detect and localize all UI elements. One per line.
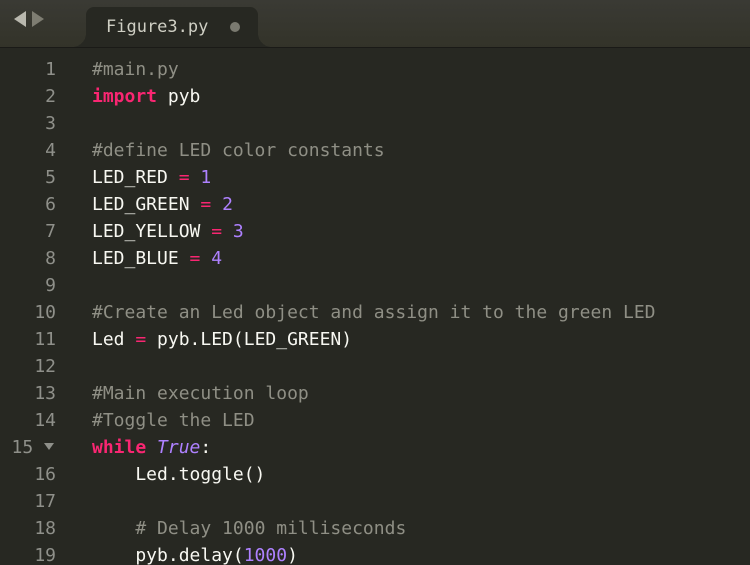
code-token: LED_YELLOW: [92, 221, 211, 242]
code-line[interactable]: [92, 488, 750, 515]
code-token: 1: [200, 167, 211, 188]
code-token: #define LED color constants: [92, 140, 385, 161]
code-token: #Create an Led object and assign it to t…: [92, 302, 656, 323]
code-line[interactable]: [92, 272, 750, 299]
code-token: 4: [211, 248, 222, 269]
code-line[interactable]: pyb.delay(1000): [92, 542, 750, 565]
code-token: #Toggle the LED: [92, 410, 255, 431]
code-line[interactable]: LED_BLUE = 4: [92, 245, 750, 272]
nav-arrows: [0, 11, 56, 37]
code-area[interactable]: #main.py import pyb #define LED color con…: [68, 48, 750, 565]
code-token: [190, 167, 201, 188]
code-token: pyb.LED(LED_GREEN): [146, 329, 352, 350]
code-token: =: [211, 221, 222, 242]
code-line[interactable]: LED_GREEN = 2: [92, 191, 750, 218]
code-line[interactable]: import pyb: [92, 83, 750, 110]
titlebar: Figure3.py: [0, 0, 750, 48]
code-line[interactable]: # Delay 1000 milliseconds: [92, 515, 750, 542]
line-number: 8: [0, 245, 56, 272]
line-number: 15: [0, 434, 56, 461]
code-line[interactable]: LED_YELLOW = 3: [92, 218, 750, 245]
code-token: import: [92, 86, 157, 107]
code-token: [222, 221, 233, 242]
code-token: #Main execution loop: [92, 383, 309, 404]
code-token: pyb: [157, 86, 200, 107]
code-line[interactable]: Led.toggle(): [92, 461, 750, 488]
code-token: LED_RED: [92, 167, 179, 188]
line-number: 19: [0, 542, 56, 565]
line-number: 16: [0, 461, 56, 488]
code-token: 1000: [244, 545, 287, 565]
fold-arrow-icon[interactable]: [44, 443, 54, 450]
nav-forward-icon[interactable]: [32, 11, 44, 27]
editor: 123456789101112131415 16171819 #main.pyi…: [0, 48, 750, 565]
line-number: 3: [0, 110, 56, 137]
code-token: =: [135, 329, 146, 350]
line-number: 17: [0, 488, 56, 515]
line-number: 11: [0, 326, 56, 353]
code-line[interactable]: [92, 110, 750, 137]
line-number: 9: [0, 272, 56, 299]
code-token: # Delay 1000 milliseconds: [135, 518, 406, 539]
code-token: 3: [233, 221, 244, 242]
code-token: =: [190, 248, 201, 269]
code-line[interactable]: #Main execution loop: [92, 380, 750, 407]
line-number: 4: [0, 137, 56, 164]
line-number: 18: [0, 515, 56, 542]
line-number: 7: [0, 218, 56, 245]
line-number: 14: [0, 407, 56, 434]
code-token: =: [200, 194, 211, 215]
code-line[interactable]: LED_RED = 1: [92, 164, 750, 191]
code-line[interactable]: Led = pyb.LED(LED_GREEN): [92, 326, 750, 353]
code-token: ): [287, 545, 298, 565]
code-line[interactable]: #define LED color constants: [92, 137, 750, 164]
code-token: while: [92, 437, 146, 458]
code-token: LED_GREEN: [92, 194, 200, 215]
line-number: 10: [0, 299, 56, 326]
code-token: #main.py: [92, 59, 179, 80]
code-token: LED_BLUE: [92, 248, 190, 269]
code-token: 2: [222, 194, 233, 215]
tab-filename: Figure3.py: [106, 17, 208, 37]
code-token: Led.toggle(): [92, 464, 265, 485]
code-line[interactable]: while True:: [92, 434, 750, 461]
code-token: True: [157, 437, 200, 458]
code-line[interactable]: #Create an Led object and assign it to t…: [92, 299, 750, 326]
nav-back-icon[interactable]: [14, 11, 26, 27]
code-token: [200, 248, 211, 269]
code-token: [146, 437, 157, 458]
file-tab[interactable]: Figure3.py: [86, 7, 258, 47]
code-token: [211, 194, 222, 215]
line-number: 6: [0, 191, 56, 218]
code-token: [92, 518, 135, 539]
code-token: =: [179, 167, 190, 188]
code-token: :: [200, 437, 211, 458]
code-line[interactable]: #main.py: [92, 56, 750, 83]
code-line[interactable]: [92, 353, 750, 380]
line-number: 1: [0, 56, 56, 83]
line-number: 12: [0, 353, 56, 380]
code-token: pyb.delay(: [92, 545, 244, 565]
code-token: Led: [92, 329, 135, 350]
code-line[interactable]: #Toggle the LED: [92, 407, 750, 434]
line-number: 5: [0, 164, 56, 191]
line-number: 2: [0, 83, 56, 110]
line-number: 13: [0, 380, 56, 407]
line-number-gutter: 123456789101112131415 16171819: [0, 48, 68, 565]
tab-modified-icon: [230, 22, 240, 32]
